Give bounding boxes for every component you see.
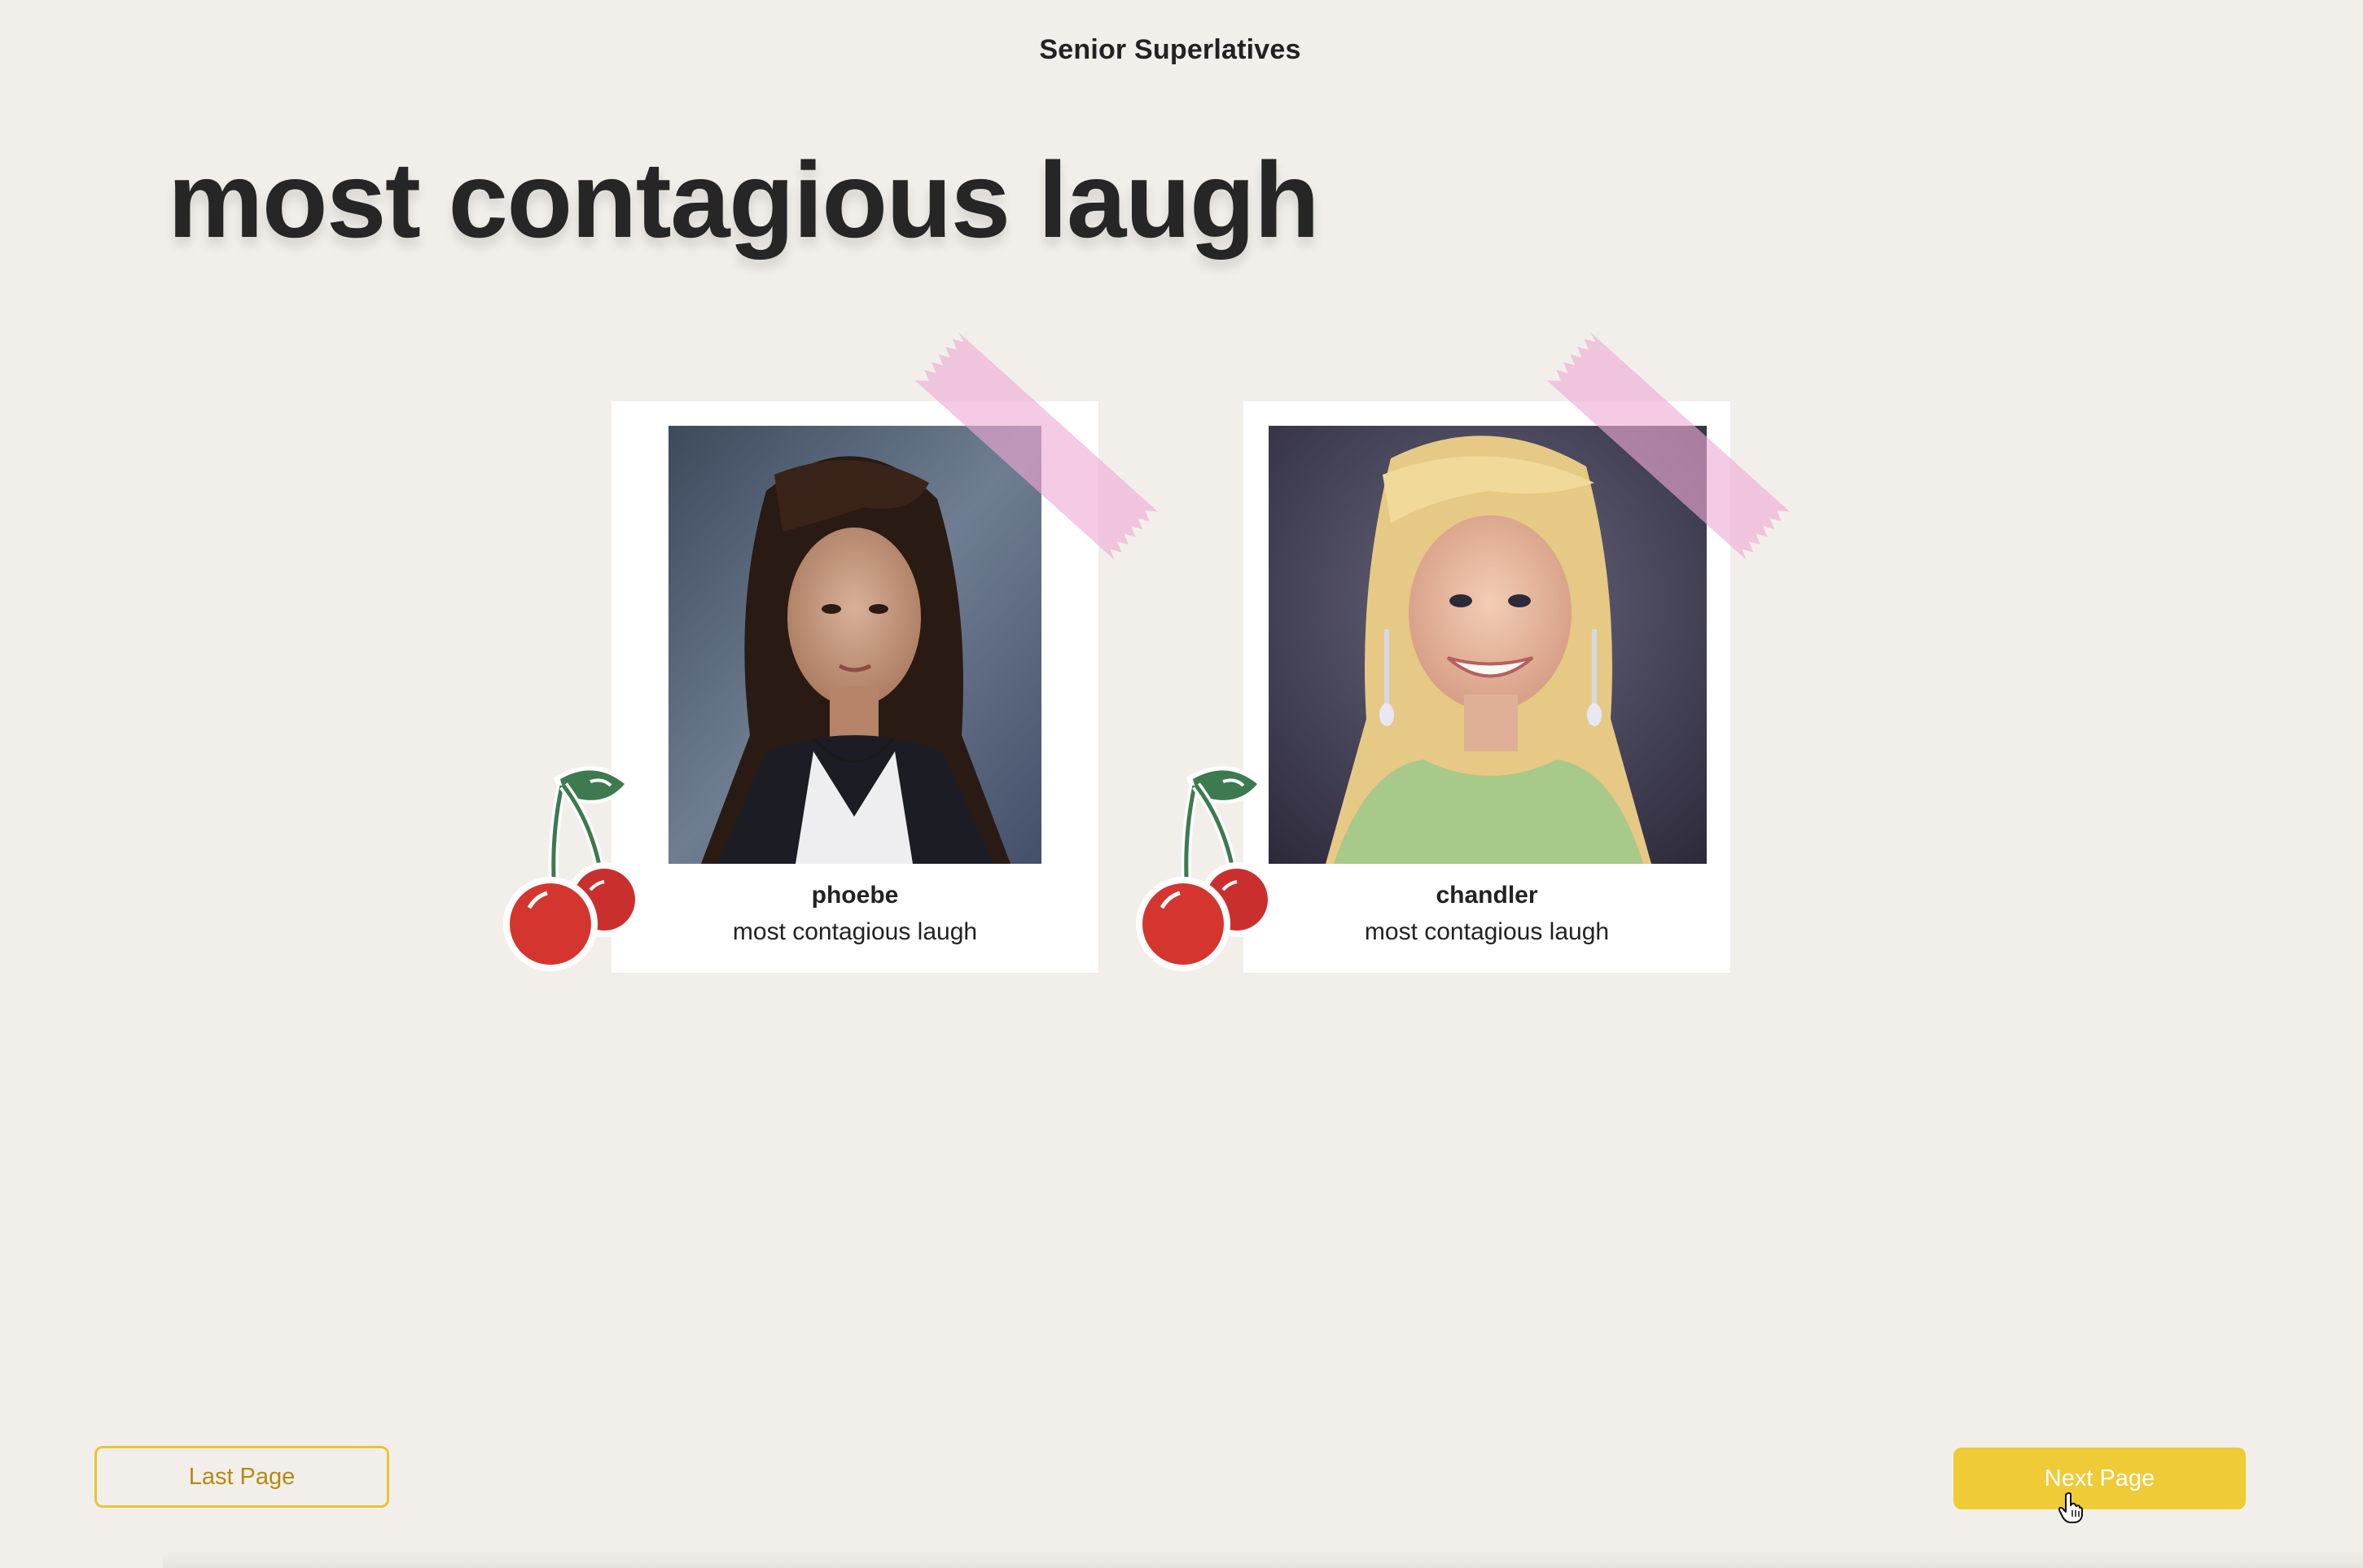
yearbook-photo [669,426,1041,864]
cherry-icon [1136,766,1274,971]
student-name: phoebe [811,882,899,909]
award-caption: most contagious laugh [732,918,978,945]
next-page-button[interactable]: Next Page [1953,1448,2246,1509]
superlative-card: chandler most contagious laugh [1243,401,1730,973]
yearbook-photo [1269,426,1707,864]
last-page-button[interactable]: Last Page [94,1446,389,1508]
award-caption: most contagious laugh [1364,918,1610,945]
bottom-edge-shadow [163,1550,2363,1568]
app-title: Senior Superlatives [1039,34,1301,65]
cherry-icon [503,766,642,971]
student-name: chandler [1436,882,1538,909]
hand-cursor-icon [2058,1492,2083,1523]
page-title: most contagious laugh [168,140,1320,260]
superlative-card: phoebe most contagious laugh [612,401,1098,973]
